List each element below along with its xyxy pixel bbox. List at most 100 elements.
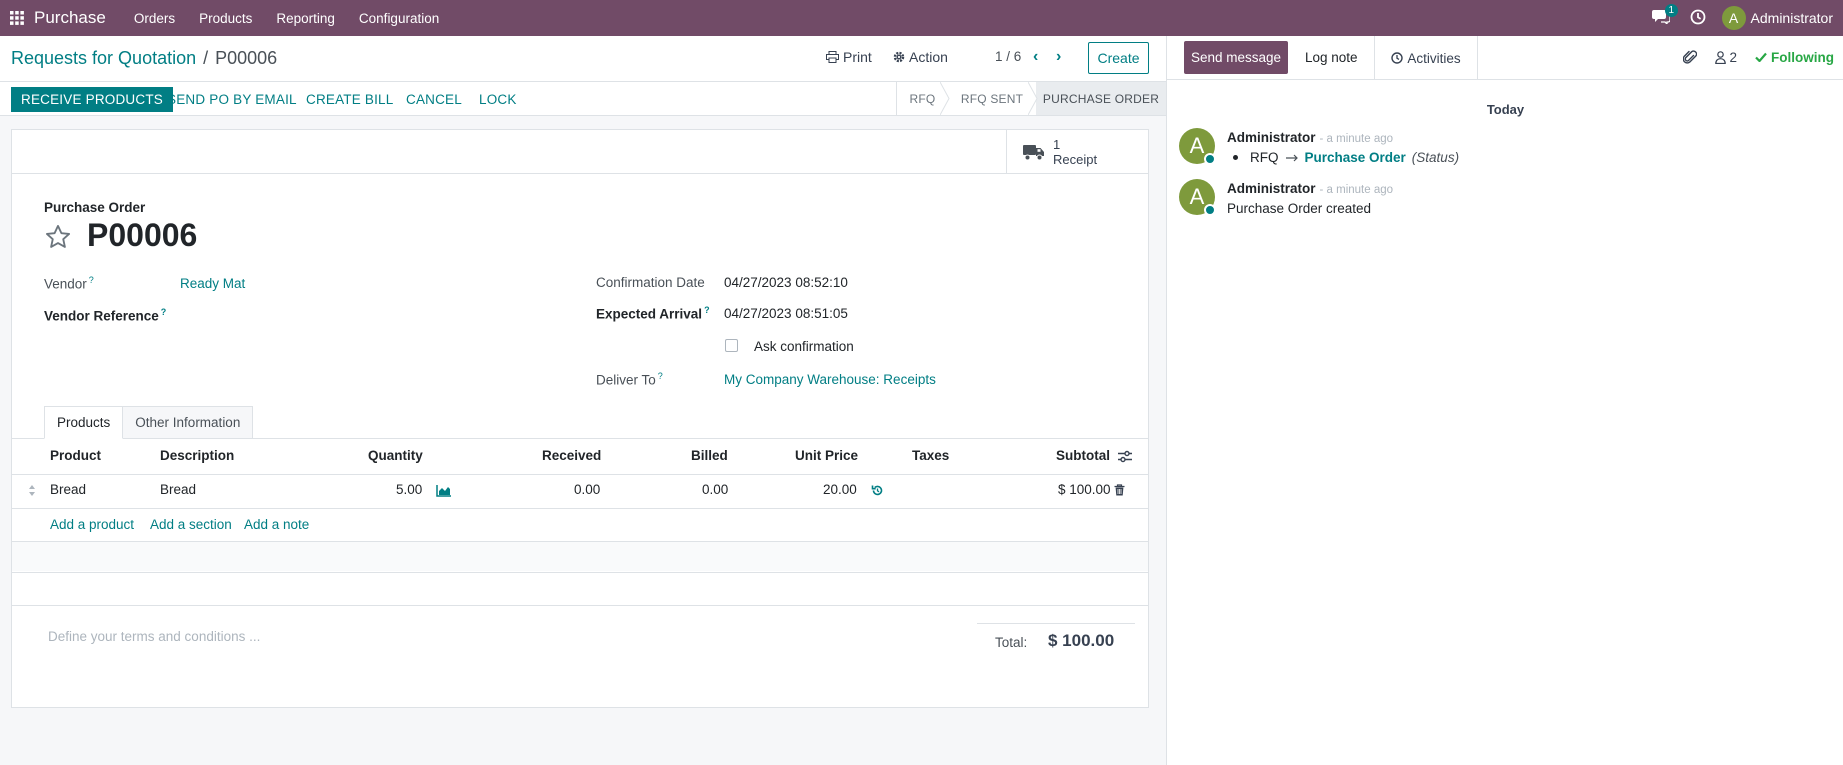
top-navbar: Purchase Orders Products Reporting Confi… <box>0 0 1843 36</box>
help-icon[interactable]: ? <box>658 371 663 381</box>
bullet-icon <box>1233 155 1238 160</box>
receipt-smart-button[interactable]: 1 Receipt <box>1006 130 1148 174</box>
menu-products[interactable]: Products <box>187 0 264 36</box>
col-header-product[interactable]: Product <box>50 448 101 463</box>
avatar[interactable]: A <box>1179 179 1216 216</box>
message-time: - a minute ago <box>1319 133 1394 145</box>
terms-and-conditions-field[interactable]: Define your terms and conditions ... <box>48 629 260 644</box>
activities-button[interactable]: Activities <box>1374 36 1478 80</box>
tab-products[interactable]: Products <box>44 406 124 439</box>
lock-button[interactable]: LOCK <box>469 87 527 112</box>
cancel-button[interactable]: CANCEL <box>396 87 472 112</box>
online-status-icon <box>1204 153 1216 165</box>
empty-table-row <box>12 542 1148 571</box>
menu-configuration[interactable]: Configuration <box>347 0 451 36</box>
status-bar: RECEIVE PRODUCTS SEND PO BY EMAIL CREATE… <box>0 82 1166 116</box>
col-header-received[interactable]: Received <box>542 448 601 463</box>
breadcrumb-current: P00006 <box>215 48 278 68</box>
action-label: Action <box>909 49 948 65</box>
row-divider <box>12 508 1148 509</box>
user-menu[interactable]: A Administrator <box>1721 6 1833 30</box>
add-note-link[interactable]: Add a note <box>244 517 309 532</box>
print-icon <box>826 51 839 63</box>
col-header-billed[interactable]: Billed <box>691 448 728 463</box>
trash-icon[interactable] <box>1114 484 1125 496</box>
author-name[interactable]: Administrator <box>1227 130 1316 145</box>
receive-products-button[interactable]: RECEIVE PRODUCTS <box>11 87 173 112</box>
arrow-right-icon <box>1285 154 1298 161</box>
drag-handle-icon[interactable] <box>28 484 36 497</box>
help-icon[interactable]: ? <box>89 275 94 285</box>
breadcrumb-rfq-link[interactable]: Requests for Quotation <box>11 48 196 69</box>
ask-confirmation-checkbox[interactable] <box>725 339 738 352</box>
notebook-tabs: Products Other Information <box>44 406 254 439</box>
messaging-badge: 1 <box>1664 4 1679 17</box>
confirmation-date-field[interactable]: 04/27/2023 08:52:10 <box>724 275 848 290</box>
reset-price-icon[interactable] <box>871 484 884 497</box>
col-header-subtotal[interactable]: Subtotal <box>1056 448 1110 463</box>
col-header-description[interactable]: Description <box>160 448 234 463</box>
apps-menu-icon[interactable] <box>0 0 34 36</box>
col-header-taxes[interactable]: Taxes <box>912 448 949 463</box>
stage-rfq-sent[interactable]: RFQ SENT <box>948 82 1036 115</box>
pager-previous-icon[interactable]: ‹ <box>1033 48 1038 66</box>
deliver-to-field[interactable]: My Company Warehouse: Receipts <box>724 372 936 387</box>
following-label: Following <box>1771 49 1834 65</box>
activity-clock-icon[interactable] <box>1690 9 1706 28</box>
confirmation-date-label: Confirmation Date <box>596 275 705 290</box>
add-product-link[interactable]: Add a product <box>50 517 134 532</box>
create-button[interactable]: Create <box>1088 42 1149 74</box>
stage-purchase-order[interactable]: PURCHASE ORDER <box>1036 82 1166 115</box>
cell-quantity[interactable]: 5.00 <box>396 482 422 497</box>
tab-other-information[interactable]: Other Information <box>123 406 254 439</box>
action-button[interactable]: Action <box>893 49 948 65</box>
smart-button-box: 1 Receipt <box>12 130 1148 174</box>
print-label: Print <box>843 49 872 65</box>
total-value: $ 100.00 <box>1048 631 1115 650</box>
cell-unit-price[interactable]: 20.00 <box>823 482 857 497</box>
document-type-label: Purchase Order <box>44 200 146 215</box>
send-po-by-email-button[interactable]: SEND PO BY EMAIL <box>157 87 307 112</box>
create-bill-button[interactable]: CREATE BILL <box>296 87 403 112</box>
favorite-star-icon[interactable] <box>44 223 72 251</box>
author-name[interactable]: Administrator <box>1227 181 1316 196</box>
menu-reporting[interactable]: Reporting <box>264 0 347 36</box>
followers-button[interactable]: 2 <box>1715 50 1737 65</box>
pager-value[interactable]: 1 / 6 <box>995 49 1021 64</box>
log-note-button[interactable]: Log note <box>1305 50 1358 65</box>
send-message-button[interactable]: Send message <box>1184 41 1288 74</box>
menu-orders[interactable]: Orders <box>122 0 187 36</box>
control-panel: Requests for Quotation / P00006 Print Ac… <box>0 36 1166 82</box>
pager-next-icon[interactable]: › <box>1056 48 1061 66</box>
paperclip-icon[interactable] <box>1683 49 1698 65</box>
messaging-icon[interactable]: 1 <box>1651 4 1679 28</box>
cell-billed[interactable]: 0.00 <box>702 482 728 497</box>
help-icon[interactable]: ? <box>161 307 167 317</box>
cell-product[interactable]: Bread <box>50 482 86 497</box>
user-icon <box>1715 50 1727 64</box>
expected-arrival-field[interactable]: 04/27/2023 08:51:05 <box>724 306 848 321</box>
stage-arrow-divider <box>1028 82 1038 115</box>
gear-icon <box>893 51 905 63</box>
help-icon[interactable]: ? <box>704 305 710 315</box>
vendor-field[interactable]: Ready Mat <box>180 276 245 291</box>
add-section-link[interactable]: Add a section <box>150 517 232 532</box>
tracking-new-value: Purchase Order <box>1304 150 1406 165</box>
chatter-panel: Send message Log note Activities 2 Follo… <box>1166 36 1843 765</box>
avatar[interactable]: A <box>1179 128 1216 165</box>
online-status-icon <box>1204 204 1216 216</box>
clock-icon <box>1391 52 1404 64</box>
cell-description[interactable]: Bread <box>160 482 196 497</box>
avatar-initial: A <box>1189 133 1205 158</box>
following-button[interactable]: Following <box>1755 50 1834 65</box>
tracking-old-value: RFQ <box>1250 150 1279 165</box>
optional-columns-icon[interactable] <box>1117 450 1133 463</box>
message-time: - a minute ago <box>1319 184 1394 196</box>
print-button[interactable]: Print <box>826 49 872 65</box>
cell-received[interactable]: 0.00 <box>574 482 600 497</box>
app-name[interactable]: Purchase <box>34 8 106 28</box>
col-header-quantity[interactable]: Quantity <box>368 448 423 463</box>
col-header-unit-price[interactable]: Unit Price <box>795 448 858 463</box>
forecast-chart-icon[interactable] <box>436 484 452 497</box>
ask-confirmation-label: Ask confirmation <box>754 339 854 354</box>
